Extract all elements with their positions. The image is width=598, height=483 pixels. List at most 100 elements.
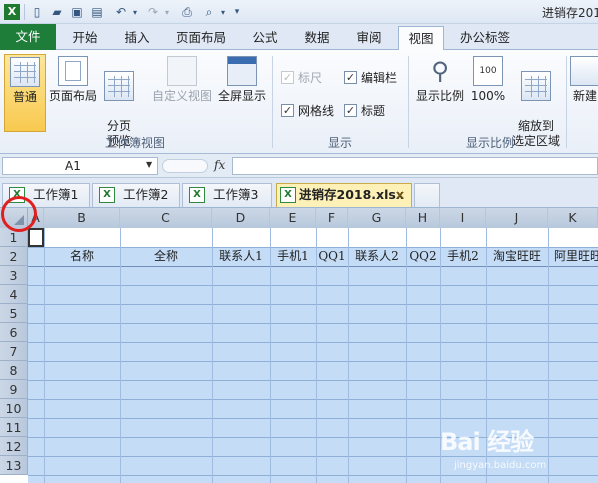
zoom-100-button[interactable]: 100 100% [468, 54, 508, 104]
zoom-100-icon: 100 [473, 56, 503, 86]
normal-view-button[interactable]: 普通 [4, 54, 46, 132]
column-header-j[interactable]: J [486, 208, 548, 228]
save-icon[interactable]: ▣ [68, 3, 86, 21]
gridlines-checkbox[interactable]: ✓ 网格线 [281, 102, 334, 119]
headings-checkbox[interactable]: ✓ 标题 [344, 102, 385, 119]
page-layout-view-button[interactable]: 页面布局 [48, 54, 98, 104]
active-cell-a1[interactable] [28, 228, 44, 247]
gridline [28, 323, 598, 324]
header-cell-fullname[interactable]: 全称 [120, 247, 212, 266]
row-header-4[interactable]: 4 [0, 285, 28, 304]
open-folder-icon[interactable]: ▰ [48, 3, 66, 21]
workbook-tab-2[interactable]: X 工作簿2 [92, 183, 180, 207]
tab-office-tabs[interactable]: 办公标签 [452, 26, 518, 50]
workbook-tab-active[interactable]: X 进销存2018.xlsx × [276, 183, 412, 207]
header-cell-aliwangwang[interactable]: 阿里旺旺 [548, 247, 598, 266]
tab-file[interactable]: 文件 [0, 24, 56, 50]
formula-bar-checkbox[interactable]: ✓ 编辑栏 [344, 69, 397, 86]
row-header-12[interactable]: 12 [0, 437, 28, 456]
row-header-10[interactable]: 10 [0, 399, 28, 418]
undo-dropdown-icon[interactable]: ▾ [126, 3, 144, 21]
tab-view[interactable]: 视图 [398, 26, 444, 51]
custom-views-button[interactable]: 自定义视图 [150, 54, 214, 104]
row-1-cells[interactable] [44, 228, 598, 247]
tab-home[interactable]: 开始 [62, 26, 108, 50]
workbook-views-group-label: 工作簿视图 [104, 136, 165, 150]
redo-dropdown-icon[interactable]: ▾ [158, 3, 176, 21]
tab-review[interactable]: 审阅 [346, 26, 392, 50]
new-workbook-tab[interactable] [414, 183, 440, 207]
zoom-100-label: 100% [470, 89, 506, 103]
ribbon-tab-bar: 文件 开始 插入 页面布局 公式 数据 审阅 视图 办公标签 [0, 24, 598, 51]
header-cell-contact2[interactable]: 联系人2 [348, 247, 406, 266]
column-header-b[interactable]: B [44, 208, 120, 228]
window-title: 进销存201 [542, 6, 598, 20]
header-cell-qq1[interactable]: QQ1 [316, 247, 348, 266]
header-cell-taobao[interactable]: 淘宝旺旺 [486, 247, 548, 266]
insert-function-icon[interactable]: fx [214, 158, 225, 172]
excel-file-icon: X [189, 187, 205, 203]
save-as-icon[interactable]: ▤ [88, 3, 106, 21]
column-header-h[interactable]: H [406, 208, 440, 228]
excel-file-icon: X [99, 187, 115, 203]
close-tab-icon[interactable]: × [395, 184, 405, 206]
tab-formulas[interactable]: 公式 [242, 26, 288, 50]
row-header-3[interactable]: 3 [0, 266, 28, 285]
gridline [348, 228, 349, 483]
print-icon[interactable]: ⎙ [178, 3, 196, 21]
header-cell-name[interactable]: 名称 [44, 247, 120, 266]
name-box-dropdown-icon[interactable]: ▼ [146, 160, 152, 169]
custom-views-label: 自定义视图 [151, 89, 212, 103]
formula-bar-grip[interactable] [162, 159, 208, 173]
row-header-9[interactable]: 9 [0, 380, 28, 399]
gridline [28, 266, 598, 267]
gridline [28, 399, 598, 400]
row-header-5[interactable]: 5 [0, 304, 28, 323]
column-header-c[interactable]: C [120, 208, 212, 228]
column-header-e[interactable]: E [270, 208, 316, 228]
gridlines-check-icon: ✓ [281, 104, 294, 117]
watermark: Bai 经验 jingyan.baidu.com [430, 420, 598, 480]
tab-data[interactable]: 数据 [294, 26, 340, 50]
row-header-7[interactable]: 7 [0, 342, 28, 361]
header-cell-contact1[interactable]: 联系人1 [212, 247, 270, 266]
headings-check-icon: ✓ [344, 104, 357, 117]
highlight-circle [1, 196, 37, 232]
workbook-tab-label: 工作簿3 [213, 187, 259, 202]
group-separator [566, 56, 567, 148]
header-cell-mobile2[interactable]: 手机2 [440, 247, 486, 266]
tab-insert[interactable]: 插入 [114, 26, 160, 50]
column-header-d[interactable]: D [212, 208, 270, 228]
row-header-13[interactable]: 13 [0, 456, 28, 475]
customize-qat-icon[interactable]: ▾ [228, 3, 246, 21]
column-header-i[interactable]: I [440, 208, 486, 228]
zoom-button[interactable]: ⚲ 显示比例 [414, 54, 466, 104]
tab-page-layout[interactable]: 页面布局 [166, 26, 236, 50]
new-window-icon [570, 56, 598, 86]
column-header-g[interactable]: G [348, 208, 406, 228]
full-screen-button[interactable]: 全屏显示 [216, 54, 268, 104]
ruler-label: 标尺 [298, 71, 323, 85]
normal-view-label: 普通 [12, 90, 37, 104]
row-header-2[interactable]: 2 [0, 247, 28, 266]
excel-logo-icon[interactable]: X [3, 3, 21, 21]
zoom-to-selection-icon [521, 71, 551, 101]
name-box[interactable]: A1 [2, 157, 158, 175]
formula-bar-check-icon: ✓ [344, 71, 357, 84]
row-header-11[interactable]: 11 [0, 418, 28, 437]
formula-input[interactable] [232, 157, 598, 175]
page-layout-icon [58, 56, 88, 86]
column-header-f[interactable]: F [316, 208, 348, 228]
ruler-checkbox[interactable]: ✓ 标尺 [281, 69, 322, 86]
gridline [28, 304, 598, 305]
header-cell-qq2[interactable]: QQ2 [406, 247, 440, 266]
row-header-8[interactable]: 8 [0, 361, 28, 380]
header-cell-mobile1[interactable]: 手机1 [270, 247, 316, 266]
workbook-tab-3[interactable]: X 工作簿3 [182, 183, 272, 207]
gridline [270, 228, 271, 483]
new-file-icon[interactable]: ▯ [28, 3, 46, 21]
row-header-6[interactable]: 6 [0, 323, 28, 342]
column-header-k[interactable]: K [548, 208, 598, 228]
zoom-group-label: 显示比例 [465, 136, 514, 150]
new-window-button[interactable]: 新建 [568, 54, 598, 104]
